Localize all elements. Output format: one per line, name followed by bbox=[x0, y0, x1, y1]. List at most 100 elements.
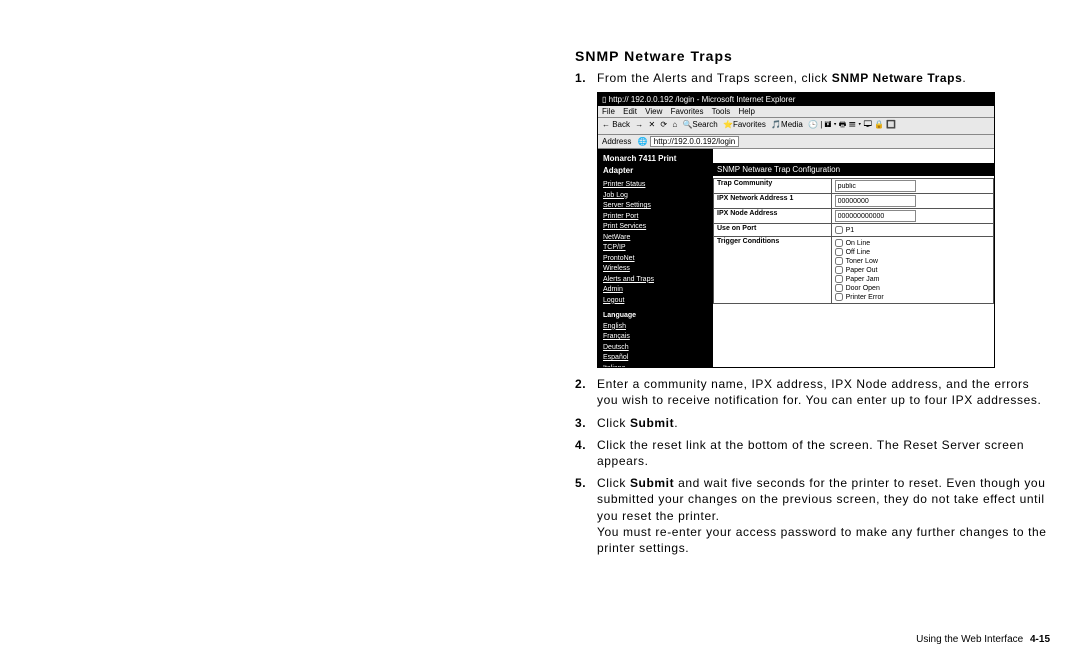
language-label: Language bbox=[603, 311, 708, 322]
step-number: 2. bbox=[575, 376, 597, 408]
document-icon: ▯ bbox=[602, 95, 606, 104]
checkbox-offline[interactable] bbox=[835, 248, 843, 256]
link-logout[interactable]: Logout bbox=[603, 296, 708, 307]
checkbox-online[interactable] bbox=[835, 239, 843, 247]
step-1: 1. From the Alerts and Traps screen, cli… bbox=[575, 70, 1050, 86]
text-fragment: From the Alerts and Traps screen, click bbox=[597, 71, 832, 85]
toolbar: ← Back → ✕ ⟳ ⌂ 🔍Search ⭐Favorites 🎵Media… bbox=[598, 118, 994, 135]
text-fragment: You must re-enter your access password t… bbox=[597, 525, 1047, 555]
lang-italian[interactable]: Italiano bbox=[603, 364, 708, 368]
lang-french[interactable]: Français bbox=[603, 332, 708, 343]
address-input[interactable]: http://192.0.0.192/login bbox=[650, 136, 739, 147]
toolbar-extra-icons[interactable]: 🕒 | 🖬 ▾ 🖶 ☰ ▾ 🖵 🔒 🔲 bbox=[808, 120, 896, 129]
step-number: 4. bbox=[575, 437, 597, 469]
ie-window: ▯ http:// 192.0.0.192 /login - Microsoft… bbox=[597, 92, 995, 368]
label-printererr: Printer Error bbox=[846, 294, 884, 301]
lang-german[interactable]: Deutsch bbox=[603, 343, 708, 354]
text-bold: SNMP Netware Traps bbox=[832, 71, 963, 85]
link-printer-status[interactable]: Printer Status bbox=[603, 180, 708, 191]
sidebar: Monarch 7411 Print Adapter Printer Statu… bbox=[598, 149, 713, 367]
page-number: 4-15 bbox=[1030, 634, 1050, 645]
step-text: Enter a community name, IPX address, IPX… bbox=[597, 376, 1050, 408]
link-print-services[interactable]: Print Services bbox=[603, 222, 708, 233]
step-text: Click Submit and wait five seconds for t… bbox=[597, 475, 1050, 556]
menu-help[interactable]: Help bbox=[739, 107, 755, 116]
step-number: 3. bbox=[575, 415, 597, 431]
step-5: 5. Click Submit and wait five seconds fo… bbox=[575, 475, 1050, 556]
ie-icon: 🌐 bbox=[638, 137, 648, 146]
search-button[interactable]: 🔍Search bbox=[682, 120, 717, 129]
window-titlebar: ▯ http:// 192.0.0.192 /login - Microsoft… bbox=[598, 93, 994, 106]
text-fragment: . bbox=[962, 71, 966, 85]
label-tonerlow: Toner Low bbox=[846, 258, 878, 265]
checkbox-p1[interactable] bbox=[835, 226, 843, 234]
label-paperjam: Paper Jam bbox=[846, 276, 880, 283]
sidebar-header: Monarch 7411 Print Adapter bbox=[603, 153, 708, 177]
address-bar: Address 🌐 http://192.0.0.192/login bbox=[598, 135, 994, 149]
checkbox-tonerlow[interactable] bbox=[835, 257, 843, 265]
media-button[interactable]: 🎵Media bbox=[771, 120, 803, 129]
refresh-button[interactable]: ⟳ bbox=[660, 120, 667, 129]
checkbox-p1-label: P1 bbox=[846, 227, 855, 234]
steps-list-cont: 2. Enter a community name, IPX address, … bbox=[575, 376, 1050, 556]
row-trap-community: Trap Community bbox=[714, 179, 994, 194]
section-title: SNMP Netware Traps bbox=[575, 48, 1050, 64]
main-panel: SNMP Netware Trap Configuration Trap Com… bbox=[713, 149, 994, 367]
step-text: From the Alerts and Traps screen, click … bbox=[597, 70, 1050, 86]
input-ipx-node[interactable] bbox=[835, 210, 916, 222]
link-server-settings[interactable]: Server Settings bbox=[603, 201, 708, 212]
window-title: http:// 192.0.0.192 /login - Microsoft I… bbox=[609, 95, 796, 104]
menu-file[interactable]: File bbox=[602, 107, 615, 116]
text-bold: Submit bbox=[630, 476, 674, 490]
label-ipx-addr1: IPX Network Address 1 bbox=[714, 194, 832, 209]
checkbox-dooropen[interactable] bbox=[835, 284, 843, 292]
link-tcpip[interactable]: TCP/IP bbox=[603, 243, 708, 254]
link-admin[interactable]: Admin bbox=[603, 285, 708, 296]
checkbox-paperout[interactable] bbox=[835, 266, 843, 274]
menu-tools[interactable]: Tools bbox=[712, 107, 731, 116]
step-3: 3. Click Submit. bbox=[575, 415, 1050, 431]
menu-view[interactable]: View bbox=[645, 107, 662, 116]
lang-spanish[interactable]: Español bbox=[603, 353, 708, 364]
label-use-on-port: Use on Port bbox=[714, 224, 832, 237]
row-use-on-port: Use on Port P1 bbox=[714, 224, 994, 237]
label-trigger: Trigger Conditions bbox=[714, 237, 832, 304]
text-fragment: . bbox=[674, 416, 678, 430]
step-2: 2. Enter a community name, IPX address, … bbox=[575, 376, 1050, 408]
config-table: Trap Community IPX Network Address 1 IPX… bbox=[713, 178, 994, 304]
link-prontonet[interactable]: ProntoNet bbox=[603, 254, 708, 265]
step-text: Click the reset link at the bottom of th… bbox=[597, 437, 1050, 469]
forward-button[interactable]: → bbox=[635, 120, 643, 129]
step-text: Click Submit. bbox=[597, 415, 1050, 431]
steps-list: 1. From the Alerts and Traps screen, cli… bbox=[575, 70, 1050, 86]
lang-english[interactable]: English bbox=[603, 322, 708, 333]
menu-edit[interactable]: Edit bbox=[623, 107, 637, 116]
back-button[interactable]: ← Back bbox=[602, 120, 630, 129]
menu-favorites[interactable]: Favorites bbox=[671, 107, 704, 116]
stop-button[interactable]: ✕ bbox=[648, 120, 655, 129]
step-number: 1. bbox=[575, 70, 597, 86]
link-printer-port[interactable]: Printer Port bbox=[603, 212, 708, 223]
link-job-log[interactable]: Job Log bbox=[603, 191, 708, 202]
text-bold: Submit bbox=[630, 416, 674, 430]
checkbox-printererr[interactable] bbox=[835, 293, 843, 301]
step-number: 5. bbox=[575, 475, 597, 556]
label-ipx-node: IPX Node Address bbox=[714, 209, 832, 224]
row-ipx-addr1: IPX Network Address 1 bbox=[714, 194, 994, 209]
menubar: File Edit View Favorites Tools Help bbox=[598, 106, 994, 118]
step-4: 4. Click the reset link at the bottom of… bbox=[575, 437, 1050, 469]
page-footer: Using the Web Interface 4-15 bbox=[916, 634, 1050, 645]
row-trigger-conditions: Trigger Conditions On Line Off Line Tone… bbox=[714, 237, 994, 304]
favorites-button[interactable]: ⭐Favorites bbox=[723, 120, 766, 129]
input-ipx-addr1[interactable] bbox=[835, 195, 916, 207]
text-fragment: Click bbox=[597, 476, 630, 490]
home-button[interactable]: ⌂ bbox=[672, 120, 677, 129]
input-trap-community[interactable] bbox=[835, 180, 916, 192]
text-fragment: Click bbox=[597, 416, 630, 430]
link-netware[interactable]: NetWare bbox=[603, 233, 708, 244]
checkbox-paperjam[interactable] bbox=[835, 275, 843, 283]
footer-text: Using the Web Interface bbox=[916, 634, 1023, 645]
label-dooropen: Door Open bbox=[846, 285, 880, 292]
link-alerts-traps[interactable]: Alerts and Traps bbox=[603, 275, 708, 286]
link-wireless[interactable]: Wireless bbox=[603, 264, 708, 275]
